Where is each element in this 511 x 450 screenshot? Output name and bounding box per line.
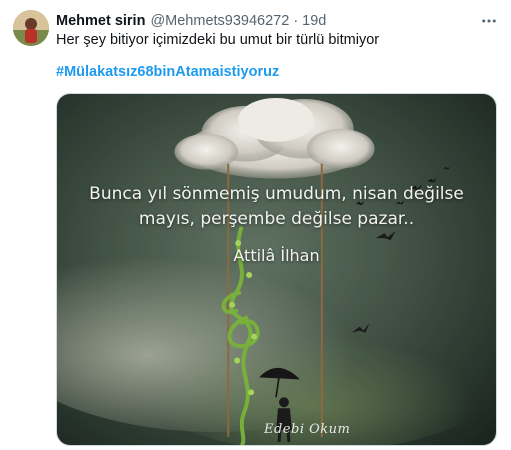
- separator-dot: ·: [293, 13, 299, 29]
- tweet-text: Her şey bitiyor içimizdeki bu umut bir t…: [56, 32, 380, 48]
- display-name[interactable]: Mehmet sirin: [56, 13, 145, 29]
- quote-line-1: Bunca yıl sönmemiş umudum, nisan değilse: [89, 184, 464, 204]
- avatar-image: [13, 10, 49, 46]
- more-horizontal-icon: [482, 19, 496, 23]
- tweet-card[interactable]: Mehmet sirin @Mehmets93946272 · 19d Her …: [0, 0, 511, 450]
- user-handle[interactable]: @Mehmets93946272: [150, 13, 289, 29]
- hashtag-link[interactable]: #Mülakatsız68binAtamaistiyoruz: [56, 63, 279, 82]
- quote-line-2: mayıs, perşembe değilse pazar..: [138, 209, 415, 229]
- tweet-header: Mehmet sirin @Mehmets93946272 · 19d: [56, 11, 326, 31]
- image-signature: Edebi Okum: [264, 422, 351, 437]
- more-button[interactable]: [479, 11, 499, 31]
- avatar[interactable]: [13, 10, 49, 46]
- media-artwork: [57, 94, 496, 445]
- quote-text: Bunca yıl sönmemiş umudum, nisan değilse…: [57, 182, 496, 232]
- tweet-media-image[interactable]: Bunca yıl sönmemiş umudum, nisan değilse…: [56, 93, 497, 446]
- timestamp[interactable]: 19d: [302, 13, 326, 29]
- quote-author: Attilâ İlhan: [233, 246, 320, 265]
